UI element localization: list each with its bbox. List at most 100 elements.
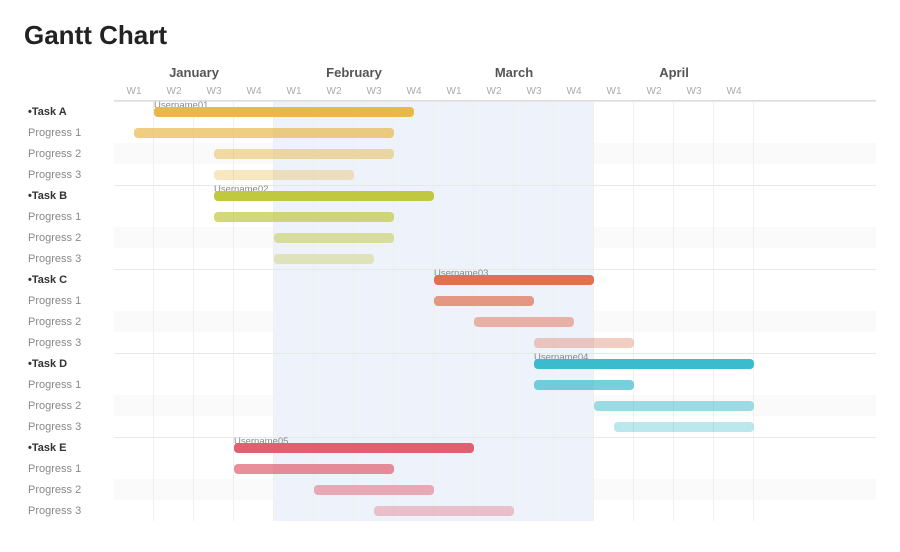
grid-cell <box>394 374 434 395</box>
grid-cell <box>154 122 194 143</box>
grid-progress-row <box>114 206 876 227</box>
grid-progress-row <box>114 479 876 500</box>
grid-cell <box>234 122 274 143</box>
grid-cell <box>434 354 474 375</box>
grid-cell <box>554 332 594 353</box>
progress-label: Progress 3 <box>24 164 114 185</box>
grid-cell <box>594 500 634 521</box>
grid-cell <box>274 416 314 437</box>
grid-cell <box>474 438 514 459</box>
week-cell: W2 <box>474 83 514 100</box>
grid-cell <box>394 395 434 416</box>
grid-cell <box>234 395 274 416</box>
grid-cell <box>154 458 194 479</box>
grid-progress-row <box>114 374 876 395</box>
grid-cell <box>194 332 234 353</box>
grid-cell <box>234 186 274 207</box>
grid-cell <box>314 479 354 500</box>
grid-cell <box>714 479 754 500</box>
grid-cell <box>514 479 554 500</box>
grid-cell <box>354 227 394 248</box>
grid-cell <box>394 164 434 185</box>
grid-cell <box>114 164 154 185</box>
grid-cell <box>714 332 754 353</box>
grid-cell <box>394 122 434 143</box>
week-cell: W2 <box>634 83 674 100</box>
page-title: Gantt Chart <box>24 20 876 51</box>
grid-cell <box>114 479 154 500</box>
grid-cell <box>674 206 714 227</box>
progress-label: Progress 1 <box>24 206 114 227</box>
grid-cell <box>474 290 514 311</box>
grid-progress-row <box>114 500 876 521</box>
grid-cell <box>394 354 434 375</box>
grid-cell <box>394 332 434 353</box>
grid-cell <box>274 227 314 248</box>
grid-cell <box>154 248 194 269</box>
grid-cell <box>194 186 234 207</box>
grid-cell <box>394 143 434 164</box>
grid-cell <box>434 438 474 459</box>
grid-cell <box>514 143 554 164</box>
grid-cell <box>234 438 274 459</box>
progress-label: Progress 2 <box>24 311 114 332</box>
grid-cell <box>314 206 354 227</box>
grid-cell <box>314 122 354 143</box>
grid-cell <box>434 248 474 269</box>
grid-cell <box>194 206 234 227</box>
grid-cell <box>394 290 434 311</box>
grid-cell <box>274 248 314 269</box>
grid-cell <box>594 354 634 375</box>
grid-cell <box>194 416 234 437</box>
week-cell: W4 <box>554 83 594 100</box>
grid-cell <box>594 438 634 459</box>
grid-cell <box>114 227 154 248</box>
grid-cell <box>314 290 354 311</box>
grid-cell <box>274 122 314 143</box>
grid-cell <box>314 458 354 479</box>
week-cell: W2 <box>154 83 194 100</box>
grid-cell <box>394 248 434 269</box>
grid-cell <box>554 438 594 459</box>
grid-cell <box>234 416 274 437</box>
grid-cell <box>594 479 634 500</box>
grid-cell <box>474 395 514 416</box>
grid-cell <box>114 374 154 395</box>
grid-cell <box>354 248 394 269</box>
grid-cell <box>154 270 194 291</box>
month-header: JanuaryFebruaryMarchApril <box>114 61 876 83</box>
grid-cell <box>434 227 474 248</box>
progress-label: Progress 3 <box>24 332 114 353</box>
row-labels: •Task AProgress 1Progress 2Progress 3•Ta… <box>24 61 114 542</box>
grid-cell <box>674 143 714 164</box>
grid-cell <box>194 374 234 395</box>
chart-area: •Task AProgress 1Progress 2Progress 3•Ta… <box>24 61 876 542</box>
grid-cell <box>714 270 754 291</box>
grid-cell <box>354 479 394 500</box>
grid-cell <box>514 416 554 437</box>
progress-label: Progress 3 <box>24 416 114 437</box>
grid-cell <box>234 332 274 353</box>
month-cell: April <box>594 61 754 83</box>
progress-label: Progress 2 <box>24 227 114 248</box>
grid-cell <box>634 395 674 416</box>
grid-cell <box>314 270 354 291</box>
grid-cell <box>634 500 674 521</box>
grid-cell <box>674 186 714 207</box>
grid-cell <box>514 227 554 248</box>
grid-cell <box>114 395 154 416</box>
grid-cell <box>434 122 474 143</box>
grid-cell <box>114 122 154 143</box>
grid-cell <box>634 206 674 227</box>
grid-cell <box>274 186 314 207</box>
grid-cell <box>194 311 234 332</box>
grid-cell <box>474 248 514 269</box>
grid-cell <box>354 270 394 291</box>
grid-cell <box>354 143 394 164</box>
grid-cell <box>434 395 474 416</box>
grid-cell <box>674 416 714 437</box>
grid-cell <box>594 248 634 269</box>
grid-cell <box>234 290 274 311</box>
grid-cell <box>354 164 394 185</box>
week-cell: W3 <box>194 83 234 100</box>
